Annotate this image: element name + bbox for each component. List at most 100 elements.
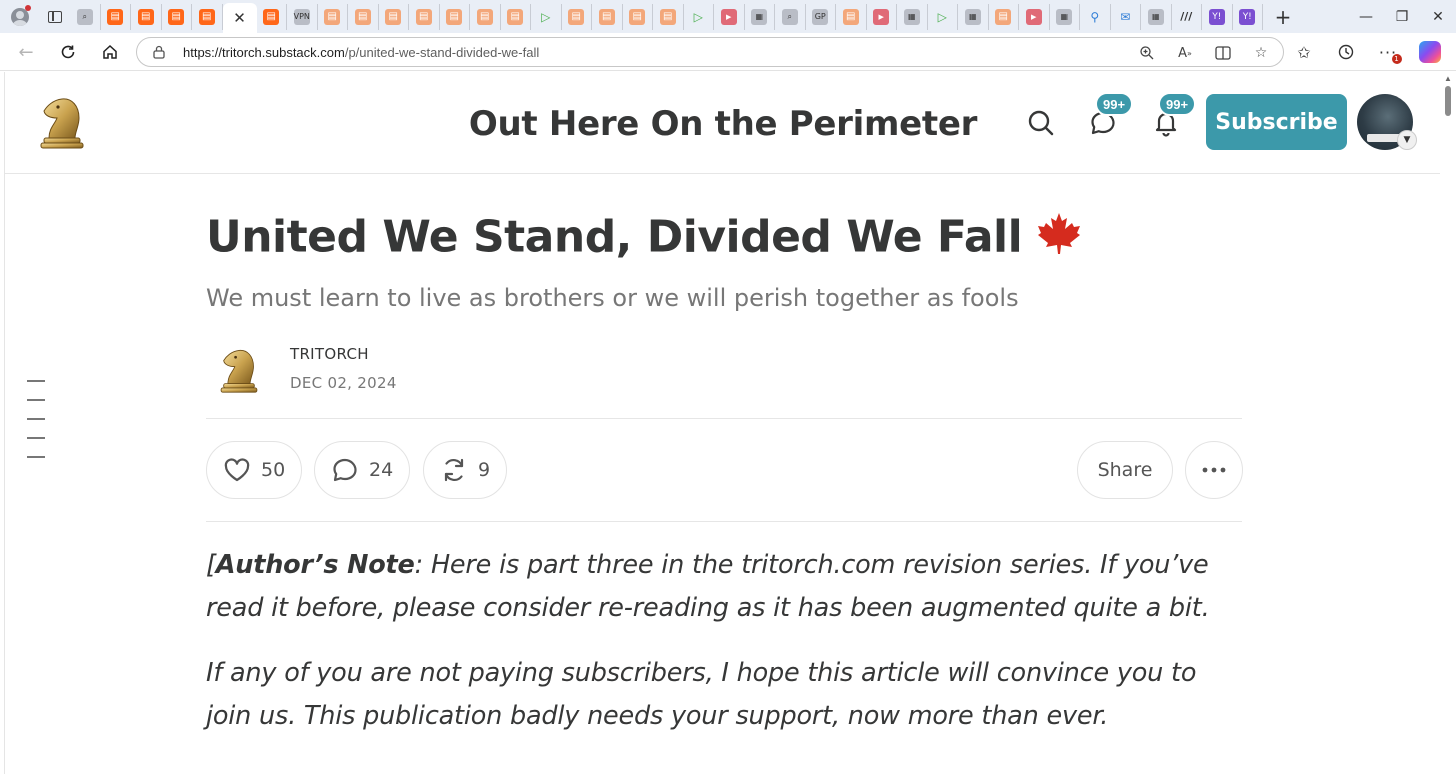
new-tab-button[interactable]: + <box>1263 0 1303 33</box>
browser-tab[interactable]: Y! <box>1233 3 1263 30</box>
browser-tab[interactable]: ▤ <box>257 3 287 30</box>
browser-tab[interactable]: ⌕ <box>70 3 101 30</box>
substack-faded-favicon-icon: ▤ <box>659 8 676 25</box>
browser-tab[interactable]: ▤ <box>192 3 223 30</box>
post-subtitle: We must learn to live as brothers or we … <box>206 283 1019 312</box>
comments-button[interactable]: 24 <box>314 440 411 499</box>
copilot-icon <box>1419 41 1441 63</box>
browser-tab[interactable]: ▦ <box>958 3 989 30</box>
browser-tab[interactable]: ▦ <box>1050 3 1080 30</box>
substack-faded-favicon-icon: ▤ <box>568 8 585 25</box>
caret-down-icon[interactable]: ▼ <box>1397 130 1417 150</box>
address-bar[interactable]: https://tritorch.substack.com/p/united-w… <box>136 37 1284 67</box>
browser-tab[interactable]: ▤ <box>409 3 440 30</box>
browser-tab[interactable]: ▤ <box>440 3 470 30</box>
read-aloud-icon[interactable]: A» <box>1173 42 1197 64</box>
post-actions: 50 24 9 Share <box>206 419 1243 521</box>
close-window-button[interactable]: ✕ <box>1420 0 1456 33</box>
refresh-button[interactable] <box>55 39 81 65</box>
home-button[interactable] <box>97 39 123 65</box>
browser-tab[interactable]: ▤ <box>836 3 867 30</box>
post-date: DEC 02, 2024 <box>290 373 397 392</box>
browser-tab[interactable]: ▤ <box>989 3 1019 30</box>
heart-icon <box>224 458 250 482</box>
zoom-icon[interactable] <box>1135 42 1159 64</box>
scroll-up-arrow[interactable]: ▲ <box>1444 74 1452 83</box>
browser-tab[interactable]: ▤ <box>101 3 131 30</box>
browser-tab[interactable]: Y! <box>1202 3 1233 30</box>
restack-count: 9 <box>478 458 491 481</box>
scrollbar-thumb[interactable] <box>1445 86 1451 116</box>
play-favicon-icon: ▷ <box>937 9 947 24</box>
back-button[interactable]: ← <box>13 39 39 65</box>
notification-count-badge: 99+ <box>1158 92 1197 116</box>
yahoo-favicon-icon: Y! <box>1208 8 1225 25</box>
substack-favicon-icon: ▤ <box>198 8 215 25</box>
minimize-button[interactable]: — <box>1348 0 1384 33</box>
browser-tab[interactable]: ▷ <box>928 3 958 30</box>
post-article: United We Stand, Divided We Fall We must… <box>206 210 1243 738</box>
tab-active[interactable]: ✕ <box>222 3 257 33</box>
browser-tab[interactable]: ▦ <box>745 3 775 30</box>
author-avatar[interactable] <box>216 342 262 398</box>
subscribe-button[interactable]: Subscribe <box>1206 94 1347 150</box>
browser-tab[interactable]: ▶ <box>714 3 745 30</box>
more-menu-icon[interactable]: ··· 1 <box>1370 37 1406 67</box>
gray-favicon-icon: ▦ <box>1056 8 1073 25</box>
browser-tab[interactable]: ▤ <box>131 3 162 30</box>
tab-actions-button[interactable] <box>40 0 70 33</box>
browser-tab[interactable]: ✉ <box>1111 3 1141 30</box>
browser-tab[interactable]: /// <box>1172 3 1202 30</box>
favorites-icon[interactable]: ✩ <box>1286 37 1322 67</box>
browser-tab[interactable]: VPN <box>287 3 318 30</box>
browser-tab[interactable]: ▤ <box>501 3 531 30</box>
table-of-contents-toggle[interactable] <box>27 380 47 475</box>
copilot-button[interactable] <box>1412 37 1448 67</box>
toc-line <box>27 456 45 458</box>
browser-tab[interactable]: ▤ <box>318 3 348 30</box>
split-screen-icon[interactable] <box>1211 42 1235 64</box>
restack-button[interactable]: 9 <box>423 440 508 499</box>
browser-tab[interactable]: ▦ <box>1141 3 1172 30</box>
url-text: https://tritorch.substack.com/p/united-w… <box>183 45 539 60</box>
search-button[interactable] <box>1024 106 1058 140</box>
browser-tab[interactable]: ▤ <box>592 3 623 30</box>
link-favicon-icon: ⚲ <box>1090 9 1100 24</box>
window-controls: — ❐ ✕ <box>1348 0 1456 33</box>
gray-favicon-icon: ▦ <box>751 8 768 25</box>
more-options-button[interactable] <box>1185 440 1243 499</box>
browser-tab[interactable]: GP <box>806 3 836 30</box>
browser-tab[interactable]: ▶ <box>867 3 897 30</box>
browser-tab[interactable]: ▦ <box>897 3 928 30</box>
user-menu[interactable]: ▼ <box>1357 94 1417 152</box>
browser-tab[interactable]: ▤ <box>162 3 192 30</box>
browser-tab[interactable]: ▶ <box>1019 3 1050 30</box>
substack-faded-favicon-icon: ▤ <box>476 8 493 25</box>
page-scrollbar[interactable]: ▲ <box>1440 72 1456 774</box>
toc-line <box>27 399 45 401</box>
restore-button[interactable]: ❐ <box>1384 0 1420 33</box>
browser-tab[interactable]: ▤ <box>470 3 501 30</box>
profile-button[interactable] <box>0 0 40 33</box>
like-button[interactable]: 50 <box>206 440 303 499</box>
substack-faded-favicon-icon: ▤ <box>446 8 463 25</box>
lock-icon <box>153 45 165 59</box>
substack-faded-favicon-icon: ▤ <box>598 8 615 25</box>
restack-icon <box>444 458 464 482</box>
browser-tab[interactable]: ▤ <box>562 3 592 30</box>
author-name[interactable]: TRITORCH <box>290 345 369 363</box>
browser-tab[interactable]: ▷ <box>684 3 714 30</box>
browser-tab[interactable]: ▤ <box>348 3 379 30</box>
dark-favicon-icon: /// <box>1180 10 1193 23</box>
history-icon[interactable] <box>1328 37 1364 67</box>
close-tab-icon[interactable]: ✕ <box>233 9 246 27</box>
browser-tab[interactable]: ▤ <box>653 3 684 30</box>
browser-tab[interactable]: ⌕ <box>775 3 806 30</box>
browser-tab[interactable]: ⚲ <box>1080 3 1111 30</box>
favorite-star-icon[interactable]: ☆ <box>1249 42 1273 64</box>
browser-tab[interactable]: ▷ <box>531 3 562 30</box>
browser-tab[interactable]: ▤ <box>623 3 653 30</box>
browser-tab[interactable]: ▤ <box>379 3 409 30</box>
substack-favicon-icon: ▤ <box>168 8 185 25</box>
share-button[interactable]: Share <box>1077 440 1173 499</box>
